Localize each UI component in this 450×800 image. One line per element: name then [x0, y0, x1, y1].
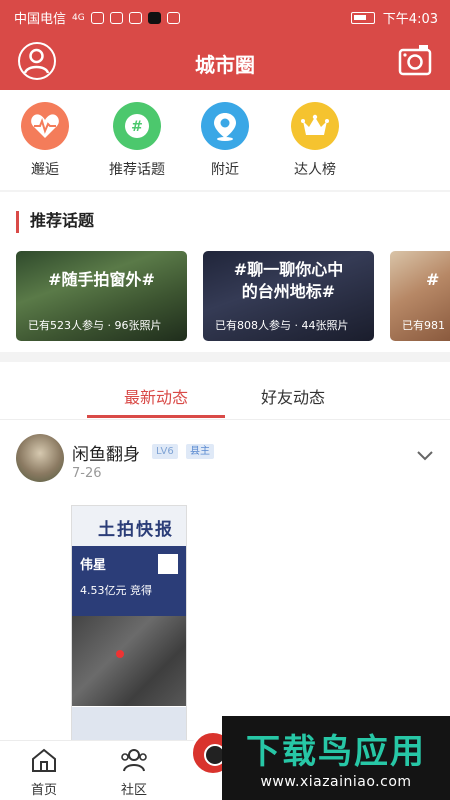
qr-code-icon: [158, 554, 178, 574]
topic-card[interactable]: #随手拍窗外# 已有523人参与 · 96张照片: [16, 251, 187, 341]
app-header: 城市圈: [0, 32, 450, 90]
location-pin-icon: [201, 102, 249, 150]
feed-post: 闲鱼翻身 LV6 县主 7-26 土拍快报 伟星 4.53亿元 竞得: [0, 420, 450, 750]
quick-menu-nearby[interactable]: 附近: [180, 102, 270, 179]
image-name: 伟星: [80, 558, 107, 573]
clock: 下午4:03: [382, 12, 438, 27]
battery-icon: [350, 11, 375, 24]
map-image: [72, 616, 186, 706]
active-tab-indicator: [87, 415, 225, 418]
tab-friends[interactable]: 好友动态: [261, 384, 325, 408]
network-label: 4G: [72, 12, 85, 23]
hashtag-icon: #: [113, 102, 161, 150]
signal-icon: [90, 11, 104, 24]
quick-menu-encounter[interactable]: 邂逅: [0, 102, 90, 179]
quick-menu-label: 附近: [211, 162, 239, 178]
nav-label: 社区: [120, 783, 147, 798]
page-title: 城市圈: [195, 53, 255, 77]
status-bar: 中国电信 4G 下午4:03: [0, 0, 450, 32]
quick-menu: 邂逅 # 推荐话题 附近 达人榜: [0, 90, 450, 190]
chevron-down-icon: [417, 451, 433, 461]
quick-menu-topics[interactable]: # 推荐话题: [92, 102, 182, 179]
avatar[interactable]: [16, 434, 64, 482]
quick-menu-label: 推荐话题: [109, 162, 165, 178]
quick-menu-leaderboard[interactable]: 达人榜: [270, 102, 360, 179]
image-price: 4.53亿元 竞得: [80, 584, 152, 597]
message-icon: [128, 11, 142, 24]
svg-text:#: #: [131, 119, 143, 135]
heart-pulse-icon: [21, 102, 69, 150]
image-panel: 伟星 4.53亿元 竞得: [72, 546, 186, 616]
quick-menu-label: 达人榜: [294, 162, 336, 178]
nav-label: 首页: [30, 783, 57, 798]
post-date: 7-26: [72, 466, 102, 481]
topic-title: #聊一聊你心中的台州地标#: [233, 260, 344, 301]
camera-button[interactable]: [398, 44, 432, 76]
quick-menu-label: 邂逅: [31, 162, 59, 178]
watermark-text: 下载鸟应用: [246, 732, 426, 772]
image-masthead: 土拍快报: [72, 506, 186, 546]
carrier-label: 中国电信: [14, 12, 67, 27]
camera-icon: [398, 45, 432, 76]
watermark: 下载鸟应用 www.xiazainiao.com: [222, 716, 450, 800]
feed-tabs: 最新动态 好友动态: [0, 362, 450, 420]
recommended-topics: 推荐话题 #随手拍窗外# 已有523人参与 · 96张照片 #聊一聊你心中的台州…: [0, 192, 450, 352]
tab-latest[interactable]: 最新动态: [124, 384, 188, 408]
post-menu-button[interactable]: [416, 446, 434, 465]
topic-meta: 已有523人参与 · 96张照片: [28, 319, 162, 332]
topic-card[interactable]: # 已有981: [390, 251, 450, 341]
watermark-url: www.xiazainiao.com: [260, 774, 412, 790]
topic-title: #随手拍窗外#: [48, 270, 155, 289]
role-badge: 县主: [186, 444, 214, 459]
home-icon: [32, 748, 56, 772]
community-icon: [121, 749, 147, 772]
topic-card[interactable]: #聊一聊你心中的台州地标# 已有808人参与 · 44张照片: [203, 251, 374, 341]
topic-meta: 已有981: [402, 319, 445, 332]
level-badge: LV6: [152, 444, 178, 459]
crown-icon: [291, 102, 339, 150]
notification-icon: [166, 11, 180, 24]
nav-community[interactable]: 社区: [104, 747, 164, 798]
topic-meta: 已有808人参与 · 44张照片: [215, 319, 349, 332]
masthead-text: 土拍快报: [98, 520, 174, 540]
nav-home[interactable]: 首页: [14, 747, 74, 798]
section-title: 推荐话题: [16, 211, 94, 233]
post-author[interactable]: 闲鱼翻身: [72, 440, 140, 465]
post-image[interactable]: 土拍快报 伟星 4.53亿元 竞得: [71, 505, 187, 745]
tiktok-icon: [147, 11, 161, 24]
wifi-icon: [109, 11, 123, 24]
topic-title: #: [426, 270, 440, 289]
